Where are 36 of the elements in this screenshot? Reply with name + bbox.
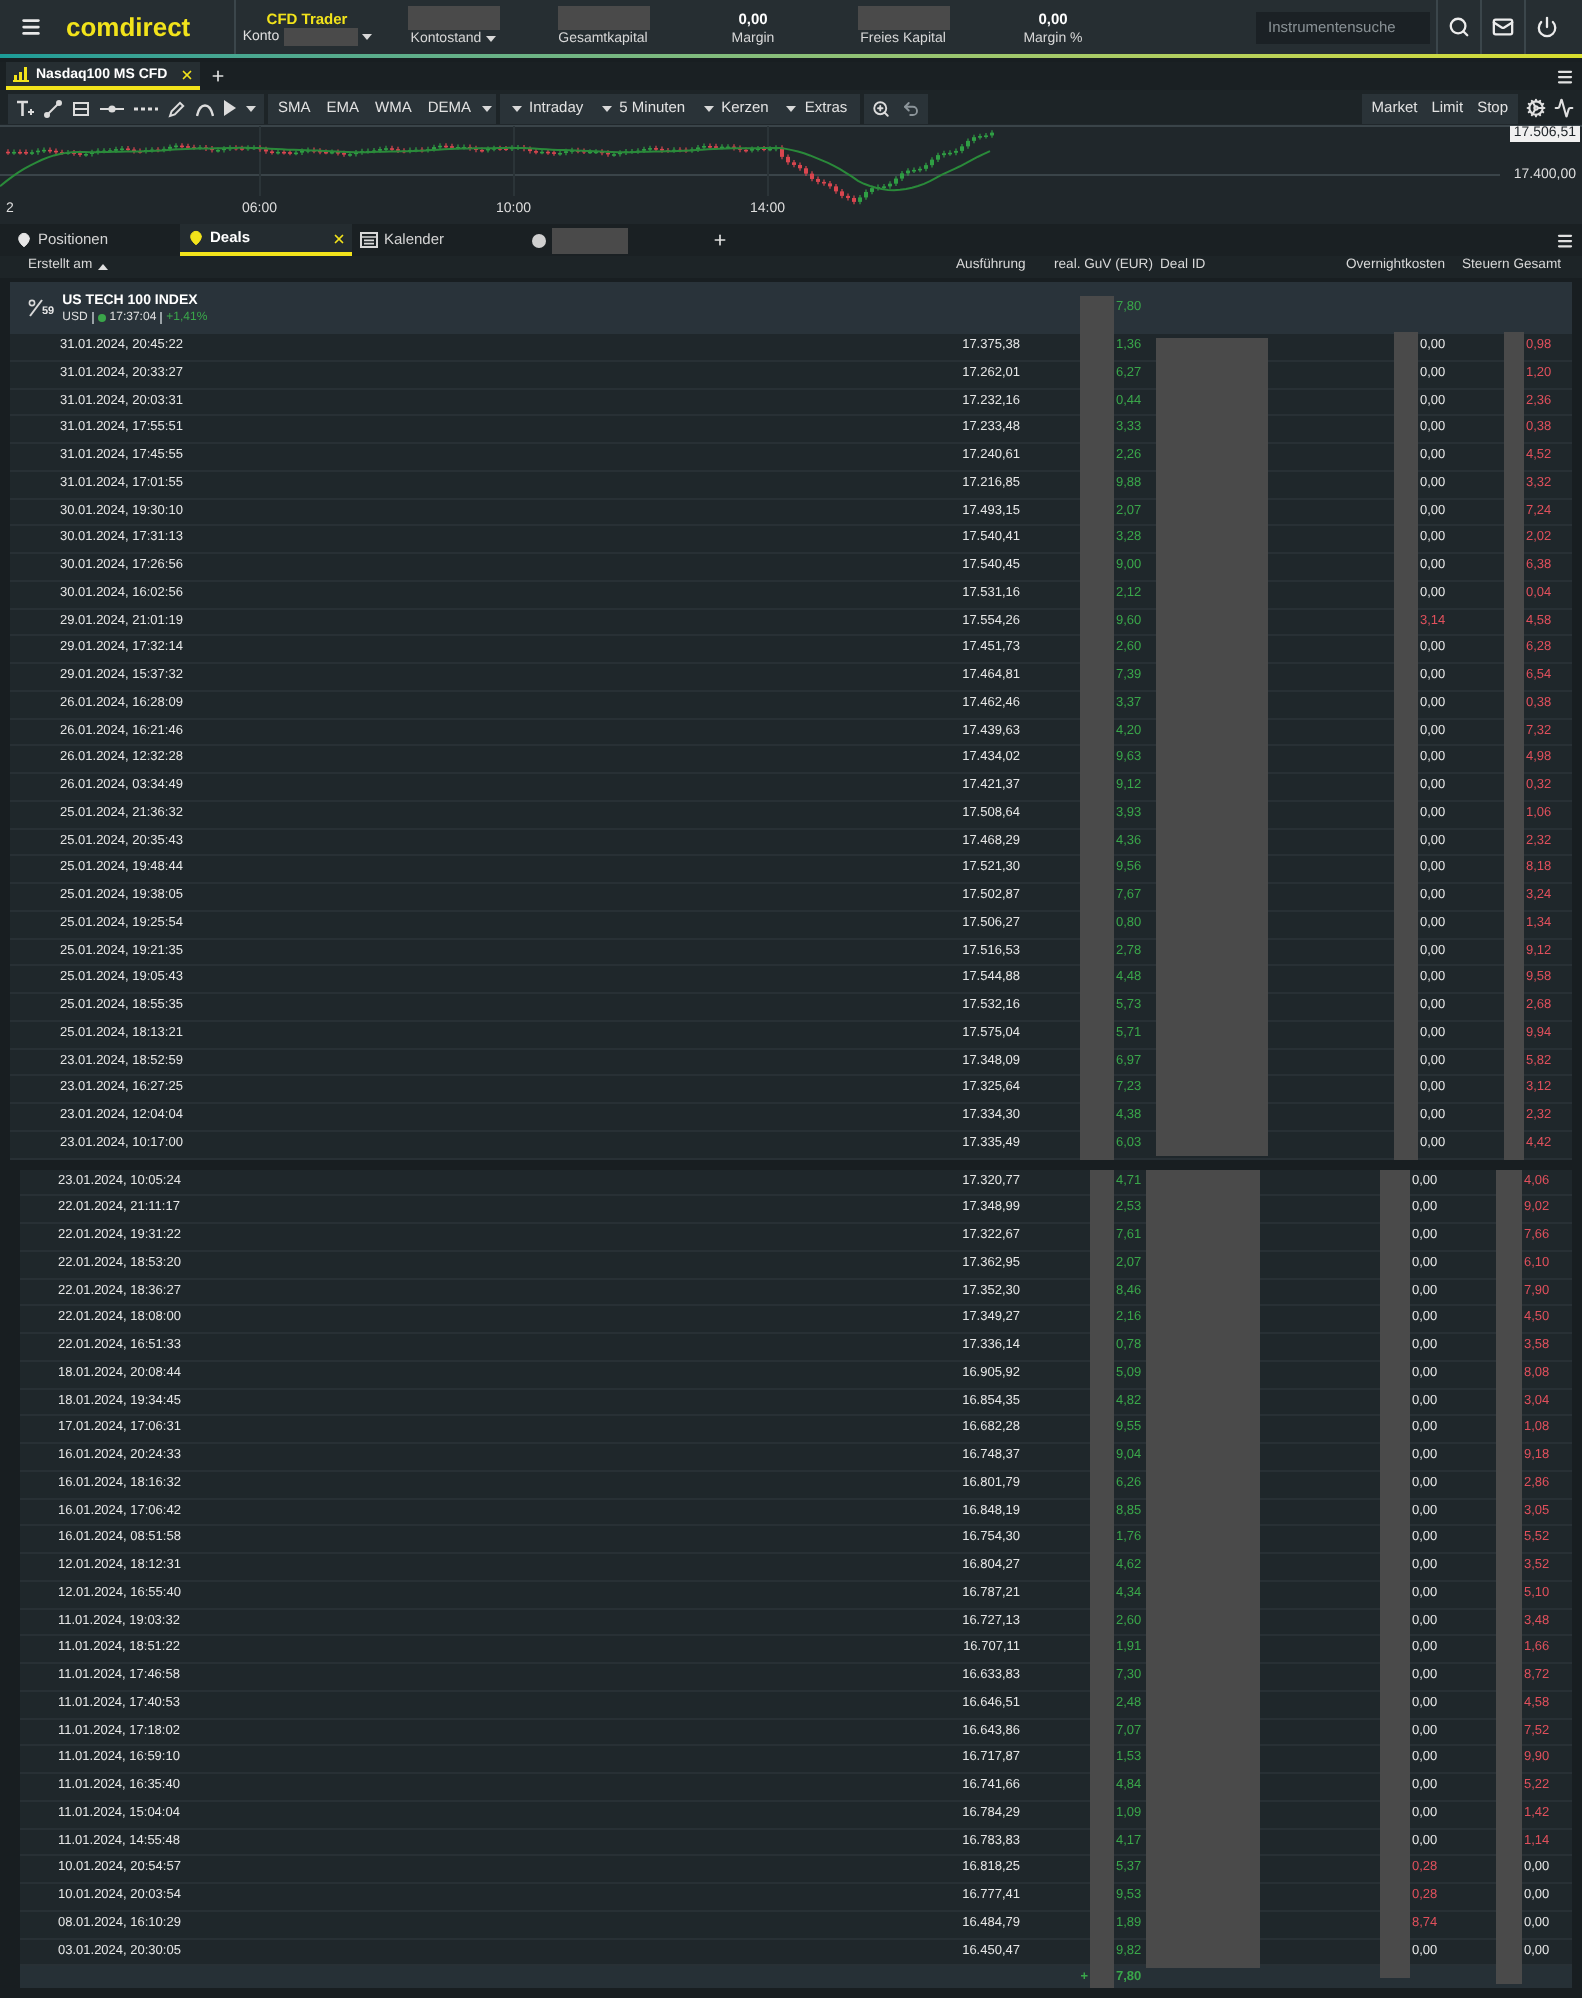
circle-icon xyxy=(532,233,546,247)
pointer-icon[interactable] xyxy=(224,100,236,116)
logo[interactable]: comdirect xyxy=(66,11,191,41)
mail-icon[interactable] xyxy=(1492,16,1514,38)
pin-icon xyxy=(16,232,32,248)
fibonacci-tool-icon[interactable] xyxy=(72,99,90,117)
bar-chart-icon xyxy=(12,66,30,82)
horizontal-line-icon[interactable] xyxy=(100,99,124,117)
close-icon[interactable] xyxy=(332,231,346,245)
menu-icon[interactable] xyxy=(1556,231,1574,249)
zoom-in-icon[interactable] xyxy=(871,99,890,117)
caret-icon xyxy=(703,105,714,111)
menu-icon[interactable] xyxy=(19,16,41,38)
pin-icon xyxy=(188,230,204,246)
percent-icon xyxy=(28,298,44,318)
close-icon[interactable] xyxy=(179,67,194,81)
calendar-icon xyxy=(360,232,378,248)
undo-icon[interactable] xyxy=(901,99,920,117)
power-icon[interactable] xyxy=(1536,16,1558,38)
menu-icon[interactable] xyxy=(1556,67,1574,85)
curve-tool-icon[interactable] xyxy=(196,99,214,117)
activity-icon[interactable] xyxy=(1554,98,1574,118)
search-icon[interactable] xyxy=(1448,16,1470,38)
caret-icon xyxy=(481,105,492,111)
settings-icon[interactable] xyxy=(1526,98,1546,118)
pencil-icon[interactable] xyxy=(168,99,186,117)
add-tab-icon[interactable] xyxy=(712,232,728,248)
status-dot-icon xyxy=(97,313,106,321)
caret-icon xyxy=(511,105,522,111)
add-tab-icon[interactable] xyxy=(209,68,226,84)
text-tool-icon[interactable] xyxy=(16,99,34,117)
caret-icon xyxy=(246,105,256,111)
line-tool-icon[interactable] xyxy=(44,99,62,117)
caret-icon xyxy=(361,33,372,39)
caret-icon xyxy=(601,105,612,111)
caret-icon xyxy=(786,105,797,111)
